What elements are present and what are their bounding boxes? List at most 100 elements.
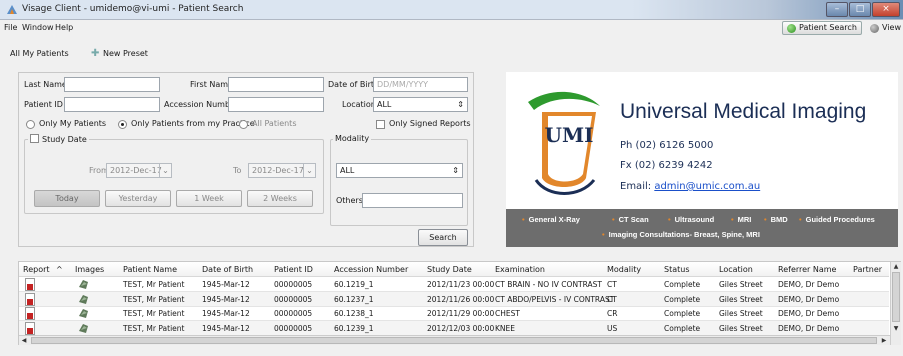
view-tab[interactable]: View (865, 21, 901, 35)
report-document-icon[interactable] (25, 307, 35, 320)
location-value: ALL (377, 100, 392, 109)
minimize-button[interactable]: – (826, 2, 848, 17)
report-document-icon[interactable] (25, 292, 35, 306)
scroll-thumb[interactable] (892, 272, 900, 322)
today-button[interactable]: Today (34, 190, 100, 207)
modality-cell: CR (607, 309, 618, 318)
image-thumbnail-icon[interactable] (77, 293, 90, 306)
table-row[interactable]: TEST, Mr Patient 1945-Mar-12 00000005 60.12… (19, 277, 889, 292)
visage-app-icon (7, 5, 17, 14)
service-item: • General X-Ray (522, 215, 580, 224)
email-label: Email: (620, 181, 652, 192)
patient-id-input[interactable] (64, 97, 160, 112)
dob-label: Date of Birth (328, 80, 380, 89)
only-signed-checkbox[interactable] (376, 120, 385, 129)
only-signed-label: Only Signed Reports (389, 119, 471, 128)
location-select[interactable]: ALL ⇕ (373, 97, 468, 112)
close-button[interactable]: × (872, 2, 900, 17)
accession-input[interactable] (228, 97, 324, 112)
accession-cell: 60.1219_1 (334, 280, 374, 289)
two-weeks-button[interactable]: 2 Weeks (247, 190, 313, 207)
column-header[interactable]: Accession Number (334, 265, 408, 274)
updown-arrow-icon: ⇕ (457, 100, 464, 109)
only-my-patients-radio[interactable] (26, 120, 35, 129)
scroll-up-icon[interactable]: ▲ (891, 262, 901, 272)
from-date-field[interactable]: 2012-Dec-17 ⌄ (106, 163, 172, 178)
new-preset-label: New Preset (103, 49, 148, 58)
table-header: Report ^ Images Patient Name Date of Bir… (19, 262, 889, 277)
one-week-button[interactable]: 1 Week (176, 190, 242, 207)
updown-arrow-icon: ⇕ (452, 166, 459, 175)
column-header[interactable]: Status (664, 265, 690, 274)
accession-cell: 60.1237_1 (334, 294, 374, 304)
last-name-input[interactable] (64, 77, 160, 92)
column-header[interactable]: Location (719, 265, 753, 274)
all-my-patients-button[interactable]: All My Patients (10, 49, 69, 58)
modality-value: ALL (340, 166, 355, 175)
search-button[interactable]: Search (418, 229, 468, 246)
accession-cell: 60.1238_1 (334, 309, 374, 318)
horizontal-scrollbar[interactable]: ◀ ▶ (19, 335, 890, 345)
table-row[interactable]: TEST, Mr Patient 1945-Mar-12 00000005 60.12… (19, 291, 889, 307)
title-bar: Visage Client - umidemo@vi-umi - Patient… (0, 0, 903, 20)
patient-search-tab[interactable]: Patient Search (782, 21, 862, 35)
brand-name: Universal Medical Imaging (620, 100, 867, 123)
yesterday-button[interactable]: Yesterday (105, 190, 171, 207)
plus-icon: ✚ (91, 48, 100, 59)
scroll-thumb[interactable] (31, 337, 877, 344)
service-item: • BMD (764, 215, 788, 224)
column-header[interactable]: Patient ID (274, 265, 313, 274)
report-document-icon[interactable] (25, 321, 35, 335)
column-header[interactable]: Patient Name (123, 265, 177, 274)
location-cell: Giles Street (719, 294, 763, 304)
location-cell: Giles Street (719, 309, 763, 318)
first-name-input[interactable] (228, 77, 324, 92)
table-row[interactable]: TEST, Mr Patient 1945-Mar-12 00000005 60.12… (19, 320, 889, 336)
image-thumbnail-icon[interactable] (77, 278, 90, 291)
dob-cell: 1945-Mar-12 (202, 309, 250, 318)
patient-id-cell: 00000005 (274, 294, 313, 304)
column-header[interactable]: Referrer Name (778, 265, 836, 274)
logo-text: UMI (545, 123, 594, 147)
column-header[interactable]: Modality (607, 265, 641, 274)
vertical-scrollbar[interactable]: ▲ ▼ (890, 262, 901, 345)
to-date-value: 2012-Dec-17 (252, 166, 304, 175)
chevron-down-icon[interactable]: ⌄ (159, 164, 171, 177)
to-date-field[interactable]: 2012-Dec-17 ⌄ (248, 163, 316, 178)
table-row[interactable]: TEST, Mr Patient 1945-Mar-12 00000005 60.12… (19, 306, 889, 321)
column-header[interactable]: Partner (853, 265, 882, 274)
status-cell: Complete (664, 280, 701, 289)
only-my-patients-label: Only My Patients (39, 119, 107, 128)
chevron-down-icon[interactable]: ⌄ (303, 164, 315, 177)
status-dot-icon (870, 24, 879, 33)
others-input[interactable] (362, 193, 463, 208)
menu-file[interactable]: File (4, 23, 17, 32)
scroll-left-icon[interactable]: ◀ (19, 336, 29, 345)
report-document-icon[interactable] (25, 278, 35, 291)
column-header[interactable]: Examination (495, 265, 545, 274)
examination-cell: CT ABDO/PELVIS - IV CONTRAST (495, 294, 615, 304)
menu-help[interactable]: Help (55, 23, 73, 32)
column-header[interactable]: Report (23, 265, 50, 274)
modality-select[interactable]: ALL ⇕ (336, 163, 463, 178)
image-thumbnail-icon[interactable] (77, 307, 90, 320)
dob-cell: 1945-Mar-12 (202, 294, 250, 304)
column-header[interactable]: Date of Birth (202, 265, 253, 274)
only-practice-radio[interactable] (118, 120, 127, 129)
all-patients-radio[interactable] (239, 120, 248, 129)
services-row-2: • Imaging Consultations- Breast, Spine, M… (602, 230, 760, 239)
dob-input[interactable]: DD/MM/YYYY (373, 77, 468, 92)
study-date-cell: 2012/11/23 00:00 (427, 280, 495, 289)
modality-cell: US (607, 323, 618, 333)
study-date-checkbox[interactable] (30, 134, 39, 143)
scroll-right-icon[interactable]: ▶ (879, 336, 889, 345)
status-cell: Complete (664, 294, 701, 304)
email-link[interactable]: admin@umic.com.au (654, 181, 760, 192)
maximize-button[interactable]: □ (849, 2, 871, 17)
menu-window[interactable]: Window (22, 23, 54, 32)
new-preset-button[interactable]: ✚ New Preset (91, 48, 148, 59)
scroll-down-icon[interactable]: ▼ (891, 324, 901, 334)
column-header[interactable]: Images (75, 265, 104, 274)
column-header[interactable]: Study Date (427, 265, 472, 274)
image-thumbnail-icon[interactable] (77, 322, 90, 335)
